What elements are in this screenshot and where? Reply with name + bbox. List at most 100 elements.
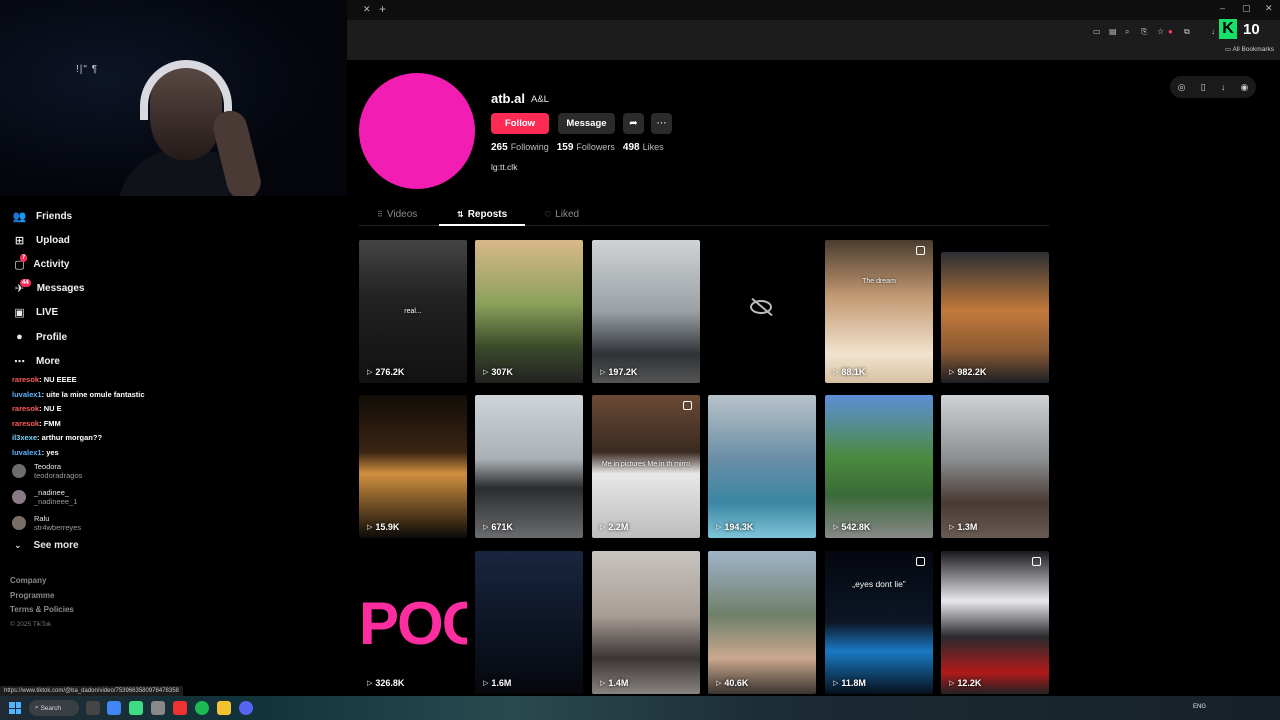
cast-icon[interactable]: ▭: [1093, 27, 1101, 36]
zoom-icon[interactable]: ⌕: [1125, 27, 1129, 37]
download-app-icon[interactable]: ↓: [1221, 82, 1226, 92]
share-page-icon[interactable]: ⎘: [1141, 27, 1147, 37]
chat-message: il3xexe: arthur morgan??: [12, 431, 145, 446]
task-view-icon[interactable]: [86, 701, 100, 715]
footer-terms-link[interactable]: Terms & Policies: [10, 603, 74, 618]
message-button[interactable]: Message: [558, 113, 615, 134]
view-count-value: 40.6K: [724, 678, 749, 688]
following-accounts-list: Teodora teodoradragos _nadinee_ _nadineee_1…: [12, 458, 82, 536]
share-profile-button[interactable]: ➦: [623, 113, 644, 134]
video-card[interactable]: ▷ 542.8K: [825, 395, 933, 538]
settings-taskbar-icon[interactable]: [151, 701, 165, 715]
extension-record-icon[interactable]: ●: [1168, 27, 1173, 36]
following-stat[interactable]: 265 Following: [491, 142, 549, 153]
sidebar-item-live[interactable]: ▣ LIVE: [10, 301, 85, 325]
video-card[interactable]: Me in pictures Me in th mirro ▷ 2.2M: [592, 395, 700, 538]
view-count-value: 88.1K: [841, 367, 866, 377]
video-card[interactable]: The dream ▷ 88.1K: [825, 240, 933, 383]
new-tab-icon[interactable]: +: [379, 2, 386, 16]
video-card[interactable]: ▷ 982.2K: [941, 252, 1049, 383]
chat-username: il3xexe: [12, 433, 38, 442]
app-taskbar-icon[interactable]: [129, 701, 143, 715]
view-count-value: 1.3M: [957, 522, 978, 532]
tab-videos[interactable]: ⠿ Videos: [377, 209, 417, 220]
active-tab-indicator: [439, 224, 525, 226]
close-tab-icon[interactable]: ✕: [363, 4, 371, 15]
profile-username: atb.al: [491, 91, 525, 106]
video-card[interactable]: „eyes dont lie” ▷ 11.8M: [825, 551, 933, 694]
video-card[interactable]: ▷ 15.9K: [359, 395, 467, 538]
video-card[interactable]: ▷ 1.4M: [592, 551, 700, 694]
account-display-name: Teodora: [34, 462, 62, 471]
windows-start-icon[interactable]: [9, 702, 21, 714]
video-caption: POO: [359, 590, 467, 657]
sidebar-item-activity[interactable]: ▢ 7 Activity: [10, 252, 85, 276]
phone-icon[interactable]: ▯: [1201, 82, 1206, 93]
play-icon: ▷: [367, 524, 373, 531]
extensions-icon[interactable]: ⧉: [1184, 27, 1190, 37]
tiktok-sidebar: 👥 Friends ⊞ Upload ▢ 7 Activity ✈ 44 Messages ▣ LIV…: [0, 196, 347, 696]
taskbar-search[interactable]: ⌕ Search: [29, 700, 79, 716]
see-more-button[interactable]: ⌄ See more: [14, 540, 79, 551]
file-explorer-taskbar-icon[interactable]: [217, 701, 231, 715]
play-icon: ▷: [833, 369, 839, 376]
tab-reposts[interactable]: ⇅ Reposts: [457, 209, 507, 220]
minimize-icon[interactable]: –: [1220, 3, 1225, 13]
system-tray-clock[interactable]: [1270, 700, 1272, 716]
footer-programme-link[interactable]: Programme: [10, 589, 74, 604]
sidebar-item-friends[interactable]: 👥 Friends: [10, 204, 85, 228]
view-count: ▷ 982.2K: [949, 367, 986, 377]
video-card[interactable]: POO ▷ 326.8K: [359, 551, 467, 694]
chrome-taskbar-icon[interactable]: [107, 701, 121, 715]
bookmark-star-icon[interactable]: ☆: [1157, 27, 1164, 36]
video-card[interactable]: real... ▷ 276.2K: [359, 240, 467, 383]
sidebar-item-label: More: [36, 355, 60, 367]
video-card[interactable]: ▷ 194.3K: [708, 395, 816, 538]
hidden-video-card[interactable]: [708, 240, 816, 383]
play-icon: ▷: [833, 680, 839, 687]
profile-avatar[interactable]: [359, 73, 475, 189]
followers-stat[interactable]: 159 Followers: [557, 142, 615, 153]
video-card[interactable]: ▷ 671K: [475, 395, 583, 538]
tab-liked[interactable]: ♡ Liked: [544, 209, 579, 220]
sidebar-item-messages[interactable]: ✈ 44 Messages: [10, 277, 85, 301]
play-icon: ▷: [483, 369, 489, 376]
discord-taskbar-icon[interactable]: [239, 701, 253, 715]
sidebar-item-more[interactable]: ⋯ More: [10, 349, 85, 373]
following-account-item[interactable]: _nadinee_ _nadineee_1: [12, 484, 82, 510]
photo-carousel-icon: [683, 401, 692, 410]
all-bookmarks-button[interactable]: ▭ All Bookmarks: [1225, 45, 1274, 53]
compass-icon[interactable]: ◎: [1178, 82, 1186, 93]
account-handle: teodoradragos: [34, 471, 83, 480]
notification-badge: 44: [20, 278, 31, 287]
follow-button[interactable]: Follow: [491, 113, 549, 134]
spotify-taskbar-icon[interactable]: [195, 701, 209, 715]
video-card[interactable]: ▷ 1.3M: [941, 395, 1049, 538]
view-count: ▷ 1.6M: [483, 678, 511, 688]
video-card[interactable]: ▷ 1.6M: [475, 551, 583, 694]
video-caption: real...: [404, 308, 422, 315]
maximize-icon[interactable]: ▢: [1242, 3, 1251, 14]
user-avatar-small[interactable]: ◉: [1241, 82, 1249, 93]
sidebar-item-upload[interactable]: ⊞ Upload: [10, 228, 85, 252]
video-card[interactable]: ▷ 12.2K: [941, 551, 1049, 694]
profile-page: atb.al A&L Follow Message ➦ ⋯ 265 Followi…: [347, 60, 1280, 696]
following-account-item[interactable]: Teodora teodoradragos: [12, 458, 82, 484]
following-account-item[interactable]: Ralu str4wberreyes: [12, 510, 82, 536]
sidebar-item-label: Friends: [36, 210, 73, 222]
footer-company-link[interactable]: Company: [10, 574, 74, 589]
video-card[interactable]: ▷ 40.6K: [708, 551, 816, 694]
chat-username: raresok: [12, 404, 40, 413]
close-window-icon[interactable]: ✕: [1265, 3, 1273, 14]
translate-icon[interactable]: ▤: [1109, 27, 1117, 36]
media-taskbar-icon[interactable]: [173, 701, 187, 715]
language-indicator[interactable]: ENG: [1193, 704, 1206, 710]
video-card[interactable]: ▷ 197.2K: [592, 240, 700, 383]
sidebar-item-profile[interactable]: ● Profile: [10, 325, 85, 349]
chat-text: : arthur morgan??: [37, 433, 103, 442]
video-card[interactable]: ▷ 307K: [475, 240, 583, 383]
chat-text: : FMM: [39, 418, 61, 428]
download-icon[interactable]: ↓: [1211, 27, 1215, 36]
more-options-button[interactable]: ⋯: [651, 113, 672, 134]
stream-chat-overlay: raresok: NU EEEE luvalex1: uite la mine o…: [12, 373, 145, 460]
